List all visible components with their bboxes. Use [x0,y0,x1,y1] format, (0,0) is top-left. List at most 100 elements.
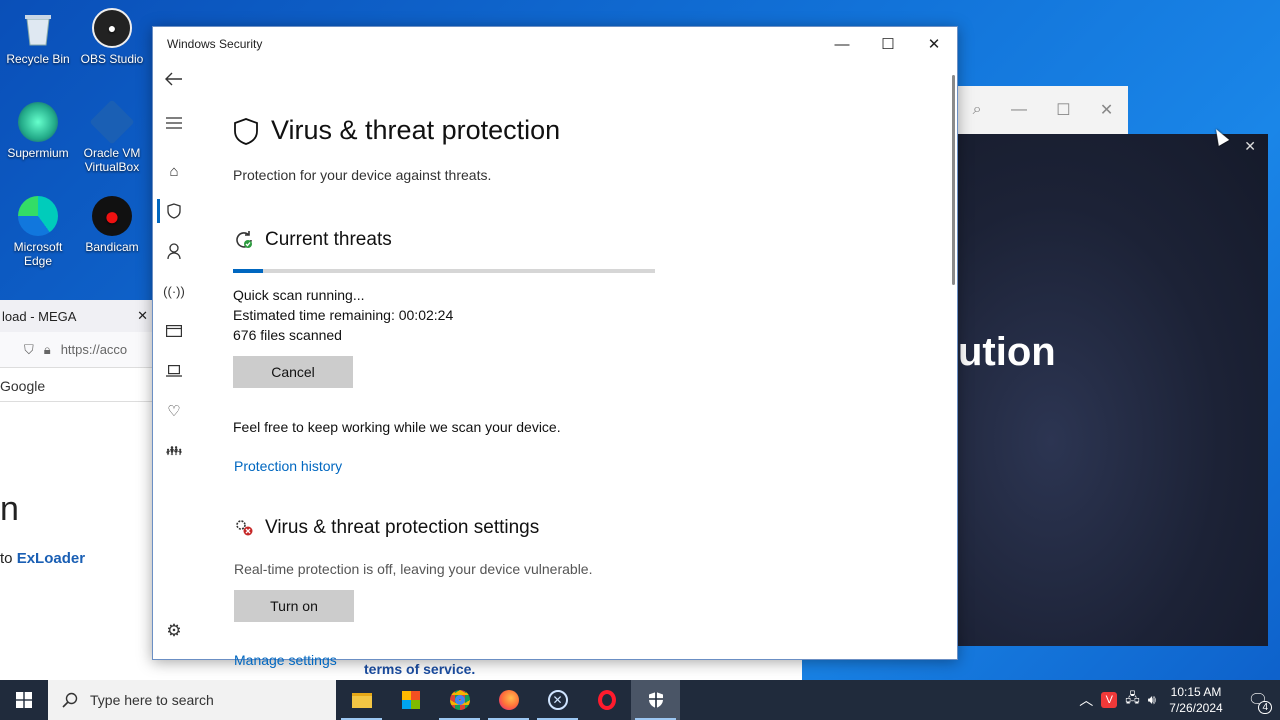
bg-app-titlebar: ⌕ — ☐ ✕ [958,86,1128,134]
laptop-icon [166,365,182,377]
close-icon[interactable]: ✕ [137,308,148,324]
scrollbar[interactable] [952,75,955,285]
taskbar-file-explorer[interactable] [337,680,386,720]
desktop-icon-label: OBS Studio [80,52,144,66]
nav-settings[interactable]: ⚙ [153,617,195,645]
browser-tab[interactable]: load - MEGA ✕ [0,300,152,332]
taskbar-search-box[interactable]: Type here to search [48,680,336,720]
taskbar-windows-security[interactable] [631,680,680,720]
scan-time-remaining: Estimated time remaining: 00:02:24 [233,307,454,323]
close-icon[interactable]: ✕ [1100,100,1113,120]
minimize-icon[interactable]: — [1011,101,1027,119]
shield-icon [234,117,258,145]
home-icon: ⌂ [169,162,179,180]
shield-icon: ⛉ [24,341,34,357]
protection-history-link[interactable]: Protection history [234,458,342,474]
search-icon[interactable]: ⌕ [973,101,982,119]
windows-logo-icon [16,692,32,708]
browser-text-prefix: to [0,550,13,567]
minimize-button[interactable]: — [819,27,865,61]
scan-status: Quick scan running... [233,287,365,303]
page-title: Virus & threat protection [233,115,560,146]
browser-url-bar[interactable]: ⛉ 🔒︎ https://acco [0,332,152,368]
edge-icon [18,196,58,236]
desktop-icon-obs[interactable]: ● OBS Studio [74,8,150,66]
gear-warning-icon [236,520,253,536]
store-icon [401,691,420,709]
notification-center-button[interactable]: 🗨︎ 4 [1236,680,1280,720]
taskbar-store[interactable] [386,680,435,720]
notification-badge: 4 [1258,701,1272,714]
turn-on-button[interactable]: Turn on [234,590,354,622]
vivaldi-tray-icon[interactable]: V [1101,692,1118,708]
settings-title: Virus & threat protection settings [265,517,540,538]
start-button[interactable] [0,680,48,720]
shield-icon [167,203,181,219]
nav-account[interactable] [153,237,195,265]
desktop-icon-virtualbox[interactable]: Oracle VM VirtualBox [74,99,150,174]
app-icon: ✕ [547,690,568,710]
browser-search-engine: Google [0,368,152,402]
desktop-icon-recycle-bin[interactable]: Recycle Bin [0,8,76,66]
realtime-status: Real-time protection is off, leaving you… [234,561,593,577]
page-subtitle: Protection for your device against threa… [233,167,492,183]
system-tray: ︿ V 🖧︎ 🔊︎ 10:15 AM 7/26/2024 🗨︎ 4 [1079,680,1280,720]
scan-note: Feel free to keep working while we scan … [233,419,561,435]
cancel-button[interactable]: Cancel [233,356,353,388]
close-button[interactable]: ✕ [911,27,957,61]
maximize-icon[interactable]: ☐ [1056,100,1070,120]
nav-firewall[interactable]: ((·)) [153,277,195,305]
nav-family-options[interactable]: 👪︎ [153,437,195,465]
scan-files-scanned: 676 files scanned [233,327,342,343]
maximize-button[interactable]: ☐ [865,27,911,61]
clock-date: 7/26/2024 [1169,701,1223,715]
clock-time: 10:15 AM [1170,685,1222,699]
virtualbox-icon [89,99,135,145]
windows-security-window: Windows Security — ☐ ✕ ⌂ ((·)) ♡ 👪︎ ⚙ Vi… [152,26,958,668]
chrome-icon [449,690,470,710]
scan-progress-fill [233,269,263,273]
nav-app-browser[interactable] [153,317,195,345]
bg-app-heading: ution [958,330,1056,374]
bg-app-window: ✕ ution [958,134,1268,646]
taskbar-chrome[interactable] [435,680,484,720]
desktop-icon-supermium[interactable]: Supermium [0,102,76,160]
antenna-icon: ((·)) [163,283,185,299]
windows-security-icon [648,692,663,708]
desktop-icon-edge[interactable]: Microsoft Edge [0,196,76,268]
family-icon: 👪︎ [165,443,183,458]
current-threats-title: Current threats [265,229,392,250]
search-icon [62,692,78,708]
taskbar-opera[interactable] [582,680,631,720]
close-icon[interactable]: ✕ [1244,138,1256,155]
terms-link[interactable]: terms of service. [364,661,475,677]
obs-icon: ● [92,8,132,48]
person-icon [167,243,181,259]
gear-icon: ⚙ [166,621,182,640]
nav-home[interactable]: ⌂ [153,157,195,185]
nav-device-security[interactable] [153,357,195,385]
back-button[interactable] [153,65,195,93]
taskbar-app[interactable]: ✕ [533,680,582,720]
menu-button[interactable] [153,109,195,137]
network-icon[interactable]: 🖧︎ [1125,689,1140,711]
manage-settings-link[interactable]: Manage settings [234,652,337,668]
clock[interactable]: 10:15 AM 7/26/2024 [1164,684,1228,716]
nav-device-health[interactable]: ♡ [153,397,195,425]
nav-virus-protection[interactable] [153,197,195,225]
heart-icon: ♡ [167,403,181,420]
file-explorer-icon [351,692,372,708]
desktop-icon-bandicam[interactable]: ● Bandicam [74,196,150,254]
browser-url: https://acco [60,342,128,357]
chevron-up-icon[interactable]: ︿ [1079,690,1093,710]
bandicam-icon: ● [92,196,132,236]
taskbar-firefox[interactable] [484,680,533,720]
browser-heading: n [0,490,19,528]
page-title-text: Virus & threat protection [271,115,561,145]
recycle-bin-icon [18,8,58,48]
opera-icon [597,690,616,710]
scan-progress-bar [233,269,655,273]
desktop-icon-label: Bandicam [85,240,139,254]
volume-icon[interactable]: 🔊︎ [1148,692,1156,708]
exloader-link[interactable]: ExLoader [17,550,85,567]
